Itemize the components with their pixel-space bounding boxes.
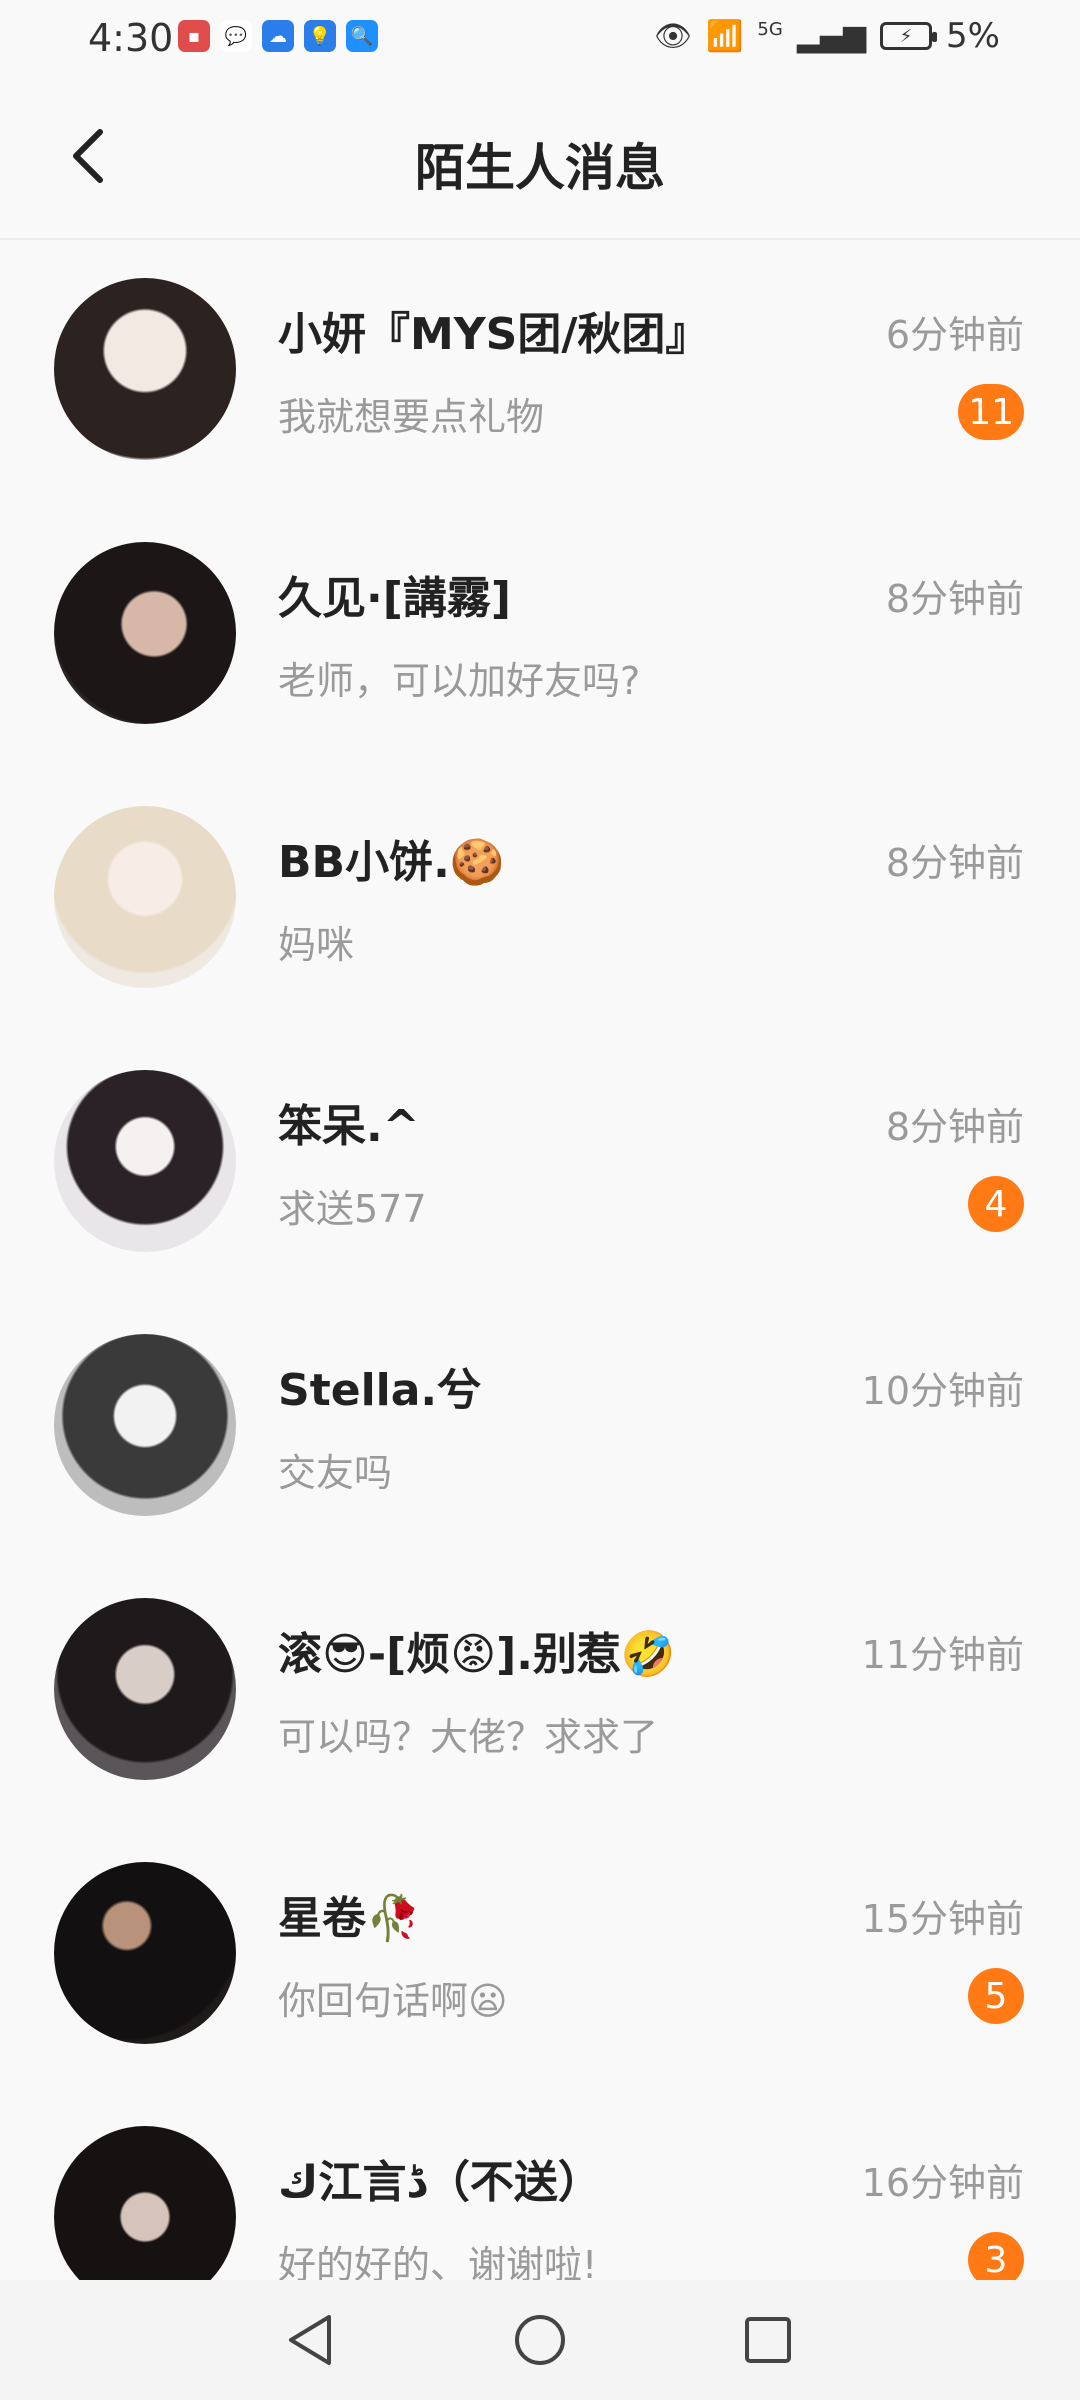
message-preview: 交友吗 [278,1451,393,1495]
unread-badge: 11 [958,384,1024,440]
avatar[interactable] [54,1070,236,1252]
weather-icon: ☁ [262,20,294,52]
wechat-icon: 💬 [220,20,252,52]
top-bar: 陌生人消息 [0,80,1080,240]
nav-recents-icon [745,2317,791,2363]
conversation-row[interactable]: 滚😎-[烦😡].别惹🤣 11分钟前 可以吗？大佬？求求了 [0,1560,1080,1824]
contact-name: 久见·[講霧] [278,573,511,624]
message-time: 10分钟前 [861,1369,1024,1413]
signal-icon: ▂▄▆ [796,18,867,54]
avatar[interactable] [54,1862,236,2044]
bulb-app-icon: 💡 [304,20,336,52]
contact-name: 滚😎-[烦😡].别惹🤣 [278,1629,676,1680]
message-preview: 妈咪 [278,923,355,967]
page-title: 陌生人消息 [415,139,665,197]
conversation-row[interactable]: BB小饼.🍪 8分钟前 妈咪 [0,768,1080,1032]
nav-recents-button[interactable] [738,2310,798,2370]
message-preview: 好的好的、谢谢啦! [278,2243,598,2280]
message-preview: 你回句话啊😦 [278,1979,508,2023]
message-time: 8分钟前 [885,841,1024,885]
avatar[interactable] [54,1598,236,1780]
contact-name: 小妍『MYS团/秋团』 [278,309,710,360]
message-preview: 可以吗？大佬？求求了 [278,1715,659,1759]
avatar[interactable] [54,278,236,460]
search-app-icon: 🔍 [346,20,378,52]
status-time: 4:30 [88,16,174,60]
status-bar: 4:30 ▪ 💬 ☁ 💡 🔍 👁 📶 5G ▂▄▆ ⚡ 5% [0,0,1080,80]
contact-name: Stella.兮 [278,1365,482,1416]
conversation-row[interactable]: Stella.兮 10分钟前 交友吗 [0,1296,1080,1560]
unread-badge: 5 [968,1968,1024,2024]
network-type: 5G [757,18,783,40]
huawei-app-icon: ▪ [178,20,210,52]
battery-percent: 5% [946,16,1000,56]
avatar[interactable] [54,1334,236,1516]
unread-badge: 3 [968,2232,1024,2280]
nav-back-button[interactable] [280,2310,340,2370]
message-time: 8分钟前 [885,577,1024,621]
nav-home-button[interactable] [510,2310,570,2370]
contact-name: 星卷🥀 [278,1893,421,1944]
avatar[interactable] [54,806,236,988]
avatar[interactable] [54,542,236,724]
notification-icons: ▪ 💬 ☁ 💡 🔍 [178,20,378,52]
message-preview: 求送577 [278,1187,427,1231]
nav-back-icon [289,2315,331,2365]
message-time: 16分钟前 [861,2161,1024,2205]
conversation-row[interactable]: 星卷🥀 15分钟前 你回句话啊😦 5 [0,1824,1080,2088]
nav-home-icon [515,2315,565,2365]
avatar[interactable] [54,2126,236,2280]
contact-name: 笨呆.^ [278,1101,420,1152]
contact-name: ك江言ڈ（不送） [278,2157,602,2208]
status-right: 👁 📶 5G ▂▄▆ ⚡ 5% [654,16,1000,56]
battery-icon: ⚡ [880,22,938,50]
conversation-row[interactable]: 笨呆.^ 8分钟前 求送577 4 [0,1032,1080,1296]
system-nav-bar [0,2280,1080,2400]
message-time: 11分钟前 [861,1633,1024,1677]
contact-name: BB小饼.🍪 [278,837,505,888]
message-time: 8分钟前 [885,1105,1024,1149]
message-time: 6分钟前 [885,313,1024,357]
message-preview: 我就想要点礼物 [278,395,545,439]
message-time: 15分钟前 [861,1897,1024,1941]
conversation-row[interactable]: ك江言ڈ（不送） 16分钟前 好的好的、谢谢啦! 3 [0,2088,1080,2280]
eye-icon: 👁 [653,18,693,54]
conversation-row[interactable]: 小妍『MYS团/秋团』 6分钟前 我就想要点礼物 11 [0,240,1080,504]
unread-badge: 4 [968,1176,1024,1232]
conversation-list[interactable]: 小妍『MYS团/秋团』 6分钟前 我就想要点礼物 11 久见·[講霧] 8分钟前… [0,240,1080,2280]
message-preview: 老师，可以加好友吗? [278,659,641,703]
conversation-row[interactable]: 久见·[講霧] 8分钟前 老师，可以加好友吗? [0,504,1080,768]
wifi-icon: 📶 [706,18,744,54]
